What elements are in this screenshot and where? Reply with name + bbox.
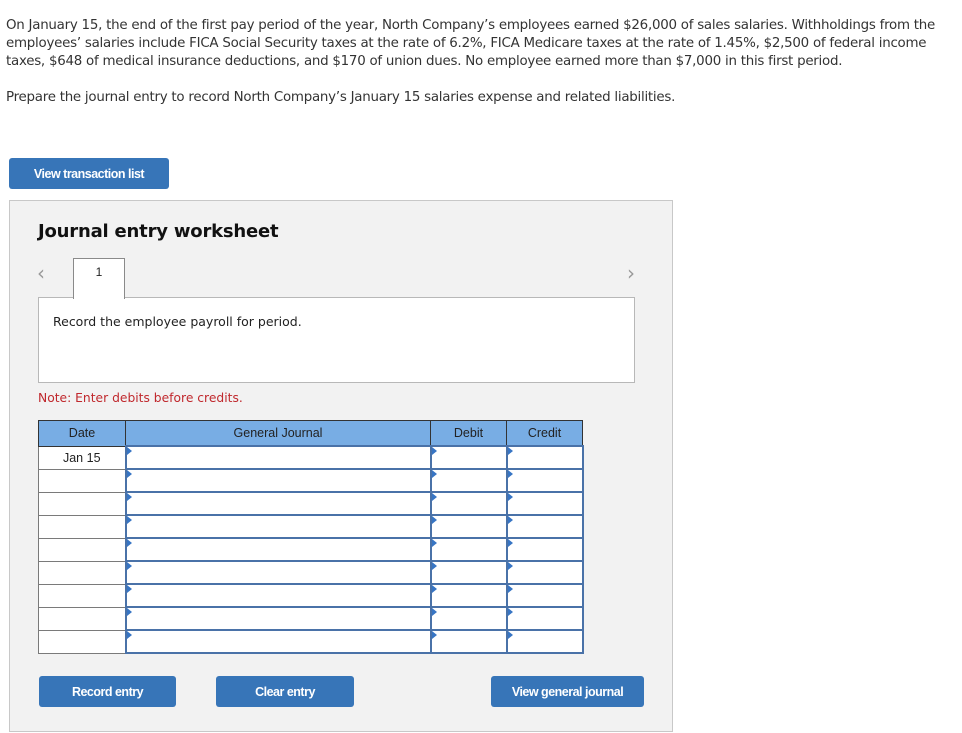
debit-input[interactable] [429, 606, 508, 631]
date-cell [38, 606, 126, 631]
header-general-journal: General Journal [125, 420, 431, 447]
journal-row [38, 537, 584, 562]
credit-input[interactable] [505, 629, 584, 654]
debit-input[interactable] [429, 491, 508, 516]
journal-header-row: Date General Journal Debit Credit [38, 420, 583, 447]
account-input[interactable] [124, 445, 432, 470]
credit-input[interactable] [505, 491, 584, 516]
date-cell [38, 629, 126, 654]
chevron-right-icon[interactable]: › [627, 261, 635, 285]
journal-row [38, 514, 584, 539]
journal-row [38, 606, 584, 631]
credit-input[interactable] [505, 468, 584, 493]
date-cell [38, 583, 126, 608]
chevron-left-icon[interactable]: ‹ [37, 261, 45, 285]
header-date: Date [38, 420, 126, 447]
record-entry-button[interactable]: Record entry [39, 676, 176, 707]
problem-paragraph: On January 15, the end of the first pay … [6, 18, 936, 69]
account-input[interactable] [124, 468, 432, 493]
credit-input[interactable] [505, 445, 584, 470]
problem-instruction: Prepare the journal entry to record Nort… [6, 90, 676, 105]
debit-input[interactable] [429, 468, 508, 493]
credit-input[interactable] [505, 560, 584, 585]
problem-statement: On January 15, the end of the first pay … [6, 17, 954, 107]
transaction-description-box: Record the employee payroll for period. [38, 297, 635, 383]
account-input[interactable] [124, 606, 432, 631]
debit-input[interactable] [429, 629, 508, 654]
header-debit: Debit [430, 420, 507, 447]
account-input[interactable] [124, 583, 432, 608]
account-input[interactable] [124, 537, 432, 562]
transaction-description: Record the employee payroll for period. [53, 314, 302, 329]
date-cell: Jan 15 [38, 445, 126, 470]
account-input[interactable] [124, 491, 432, 516]
debit-input[interactable] [429, 514, 508, 539]
journal-row [38, 583, 584, 608]
account-input[interactable] [124, 629, 432, 654]
journal-table: Date General Journal Debit Credit Jan 15 [38, 420, 584, 654]
debit-input[interactable] [429, 445, 508, 470]
journal-row: Jan 15 [38, 445, 584, 470]
journal-entry-worksheet: Journal entry worksheet ‹ 1 › Record the… [9, 200, 673, 732]
header-credit: Credit [506, 420, 583, 447]
date-cell [38, 491, 126, 516]
credit-input[interactable] [505, 537, 584, 562]
credit-input[interactable] [505, 514, 584, 539]
note-text: Note: Enter debits before credits. [38, 391, 243, 405]
clear-entry-button[interactable]: Clear entry [216, 676, 354, 707]
journal-row [38, 629, 584, 654]
journal-row [38, 468, 584, 493]
date-cell [38, 560, 126, 585]
view-transaction-list-button[interactable]: View transaction list [9, 158, 169, 189]
account-input[interactable] [124, 514, 432, 539]
debit-input[interactable] [429, 560, 508, 585]
date-cell [38, 514, 126, 539]
view-general-journal-button[interactable]: View general journal [491, 676, 644, 707]
tab-transaction-1[interactable]: 1 [73, 258, 125, 299]
credit-input[interactable] [505, 583, 584, 608]
journal-row [38, 560, 584, 585]
credit-input[interactable] [505, 606, 584, 631]
date-cell [38, 537, 126, 562]
journal-row [38, 491, 584, 516]
account-input[interactable] [124, 560, 432, 585]
date-cell [38, 468, 126, 493]
debit-input[interactable] [429, 583, 508, 608]
debit-input[interactable] [429, 537, 508, 562]
worksheet-title: Journal entry worksheet [38, 221, 279, 242]
